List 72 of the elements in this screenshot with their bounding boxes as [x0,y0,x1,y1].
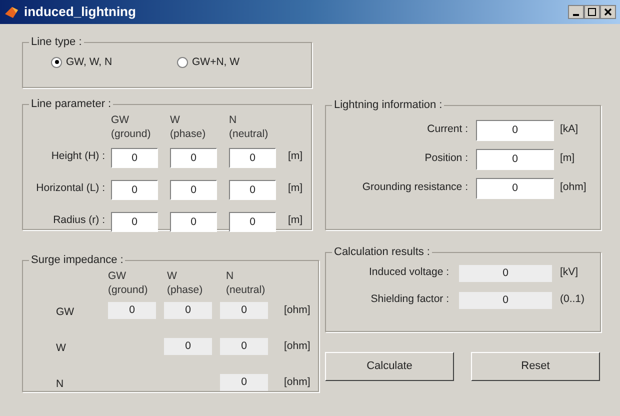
row-label: Horizontal (L) : [35,180,106,196]
row-label: Radius (r) : [52,212,106,228]
radio-option[interactable]: GW, W, N [51,54,177,70]
column-subheading: (neutral) [229,126,270,140]
column-subheading: (phase) [167,282,204,296]
value-cell: 0 [164,338,212,355]
column-heading: GW [108,268,128,282]
column-heading: GW [111,112,130,126]
group-label: Line parameter : [30,97,112,112]
column-subheading: (ground) [111,126,152,140]
field-label: Shielding factor : [370,292,450,308]
unit-label: [ohm] [560,180,586,196]
unit-label: [kA] [560,122,578,138]
column-heading: N [226,268,235,282]
row-label: Height (H) : [50,148,106,164]
column-heading: W [170,112,181,126]
value-cell: 0 [459,264,552,282]
radio-button[interactable] [177,56,188,68]
input-field[interactable]: 0 [170,180,217,200]
group-label: Lightning information : [333,98,444,113]
input-field[interactable]: 0 [476,120,554,140]
action-button[interactable]: Calculate [325,352,454,381]
group-label: Calculation results : [333,245,431,260]
unit-label: [kV] [560,265,578,280]
column-subheading: (neutral) [226,282,266,296]
unit-label: [m] [288,148,303,164]
value-cell: 0 [220,302,268,319]
unit-label: [m] [560,151,575,166]
column-heading: W [167,268,178,282]
unit-label: (0..1) [560,292,585,308]
unit-label: [ohm] [284,338,310,354]
radio-button[interactable] [51,56,62,68]
unit-label: [m] [288,180,303,196]
column-subheading: (ground) [108,282,149,296]
input-field[interactable]: 0 [476,148,554,170]
field-label: Grounding resistance : [361,180,469,196]
app-icon [4,4,20,20]
radio-option[interactable]: GW+N, W [177,54,303,70]
value-cell: 0 [164,302,212,319]
field-label: Induced voltage : [368,265,450,280]
column-heading: N [229,112,238,126]
input-field[interactable]: 0 [170,212,217,232]
window-title: induced_lightning [24,3,136,22]
input-field[interactable]: 0 [111,148,158,168]
unit-label: [ohm] [284,302,310,318]
minimize-button[interactable] [568,5,584,19]
group-label: Line type : [30,35,83,50]
value-cell: 0 [459,292,552,308]
input-field[interactable]: 0 [111,180,158,200]
value-cell: 0 [220,338,268,355]
row-label: GW [56,306,74,318]
group-label: Surge impedance : [30,253,124,268]
field-label: Current : [426,122,469,138]
row-label: W [56,342,66,354]
row-label: N [56,378,64,390]
input-field[interactable]: 0 [111,212,158,232]
field-label: Position : [424,151,469,166]
input-field[interactable]: 0 [476,178,554,198]
input-field[interactable]: 0 [229,148,276,168]
action-button[interactable]: Reset [471,352,600,381]
input-field[interactable]: 0 [170,148,217,168]
close-button[interactable] [600,5,616,19]
input-field[interactable]: 0 [229,212,276,232]
close-icon [604,8,612,16]
value-cell: 0 [108,302,156,319]
unit-label: [m] [288,212,303,228]
column-subheading: (phase) [170,126,207,140]
input-field[interactable]: 0 [229,180,276,200]
unit-label: [ohm] [284,374,310,390]
value-cell: 0 [220,374,268,391]
maximize-icon [588,8,596,16]
maximize-button[interactable] [584,5,600,19]
